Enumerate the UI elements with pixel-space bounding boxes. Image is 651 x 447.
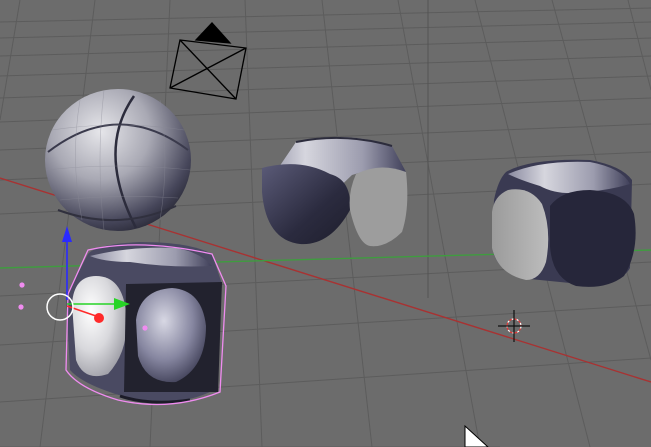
sphere-object[interactable] [45,89,191,231]
vertex-dot[interactable] [142,325,148,331]
vertex-dot[interactable] [18,304,24,310]
3d-viewport[interactable] [0,0,651,447]
x-arrow-icon[interactable] [94,313,104,323]
rounded-cube-object[interactable] [492,159,636,287]
viewport-canvas[interactable] [0,0,651,447]
active-object[interactable] [65,242,227,406]
vertex-dot[interactable] [19,282,25,288]
